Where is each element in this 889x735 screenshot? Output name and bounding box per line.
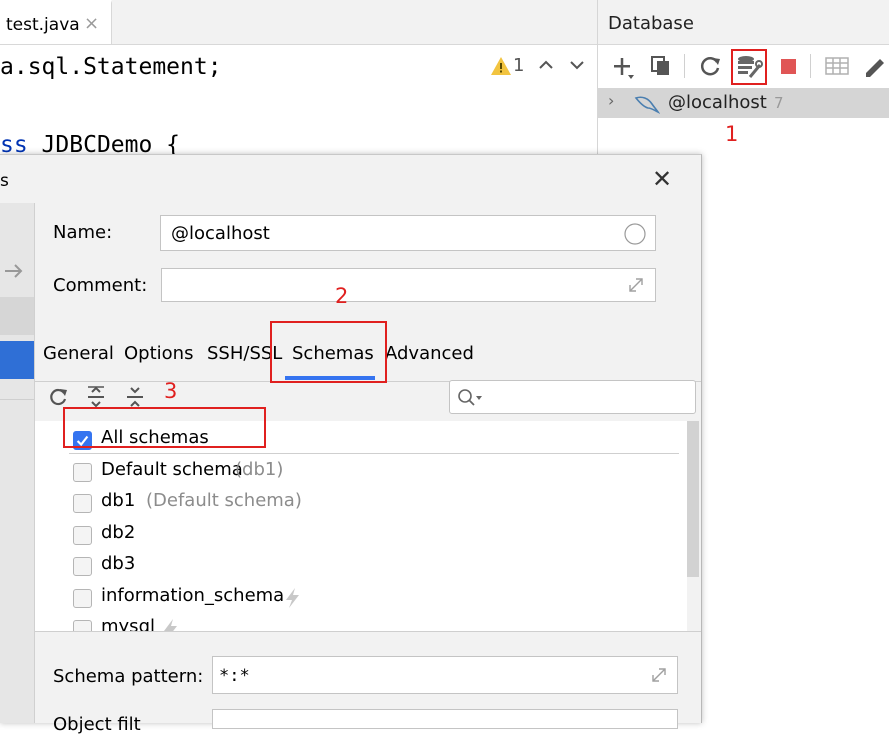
name-field[interactable]: @localhost	[160, 215, 656, 251]
code-line-import: a.sql.Statement;	[0, 54, 222, 80]
divider	[0, 399, 34, 400]
collapse-all-icon[interactable]	[123, 385, 147, 409]
schema-item-label: information_schema	[101, 585, 285, 606]
schema-item-label: db1	[101, 490, 136, 511]
toolbar-divider	[810, 54, 811, 78]
tab-advanced[interactable]: Advanced	[385, 343, 474, 364]
annotation-box-1	[731, 49, 767, 85]
annotation-number-3: 3	[164, 379, 178, 403]
dialog-left-panel	[0, 203, 35, 723]
schema-item-label: Default schema	[101, 459, 243, 480]
refresh-icon[interactable]	[695, 51, 725, 81]
database-panel-header: Database	[598, 0, 889, 45]
expand-all-icon[interactable]	[84, 385, 108, 409]
close-icon[interactable]: ×	[84, 13, 99, 34]
schema-item-label: db2	[101, 522, 136, 543]
schema-item-suffix: (Default schema)	[146, 490, 302, 511]
toolbar-divider	[684, 54, 685, 78]
object-filter-field[interactable]	[212, 709, 678, 729]
schema-item-label: db3	[101, 553, 136, 574]
annotation-box-2	[270, 321, 387, 383]
object-filter-label: Object filt	[53, 714, 141, 735]
schema-item-db1[interactable]: db1 (Default schema)	[73, 490, 673, 516]
duplicate-icon[interactable]	[646, 51, 676, 81]
close-icon[interactable]: ✕	[652, 165, 672, 193]
color-circle-icon[interactable]	[623, 222, 647, 246]
warning-icon[interactable]	[490, 55, 512, 77]
name-label: Name:	[53, 222, 113, 243]
editor-tab-label: test.java	[6, 15, 80, 35]
editor-tab-test-java[interactable]: test.java ×	[0, 0, 112, 44]
lightning-icon	[164, 619, 177, 631]
expand-icon[interactable]	[649, 665, 669, 685]
data-sources-dialog: s ✕ Name: @localhost Comment: 2 General …	[0, 154, 702, 735]
checkbox[interactable]	[73, 494, 92, 513]
schema-list: All schemas Default schema (db1) db1 (De…	[35, 421, 687, 631]
add-icon[interactable]	[608, 51, 638, 81]
annotation-number-2: 2	[335, 284, 349, 308]
database-panel-title: Database	[608, 13, 694, 34]
left-panel-item-selected[interactable]	[0, 341, 34, 379]
schema-search-input[interactable]	[449, 380, 696, 414]
checkbox[interactable]	[73, 589, 92, 608]
schema-item-information-schema[interactable]: information_schema	[73, 585, 673, 611]
schema-item-mysql[interactable]: mysql	[73, 616, 673, 631]
schema-item-db3[interactable]: db3	[73, 553, 673, 579]
stop-icon[interactable]	[774, 51, 804, 81]
edit-icon[interactable]	[860, 51, 889, 81]
name-field-value: @localhost	[171, 223, 270, 244]
tab-general[interactable]: General	[43, 343, 114, 364]
chevron-down-icon[interactable]	[569, 58, 585, 72]
refresh-icon[interactable]	[46, 385, 70, 409]
schema-item-db2[interactable]: db2	[73, 522, 673, 548]
checkbox[interactable]	[73, 463, 92, 482]
annotation-number-1: 1	[725, 122, 739, 146]
schema-item-suffix: (db1)	[235, 459, 284, 480]
tree-item-count: 7	[774, 94, 784, 112]
schema-item-default-schema[interactable]: Default schema (db1)	[73, 459, 673, 485]
dialog-title: s	[0, 171, 9, 191]
editor-tab-bar: test.java ×	[0, 0, 597, 45]
comment-label: Comment:	[53, 275, 148, 296]
checkbox[interactable]	[73, 620, 92, 631]
comment-field[interactable]	[161, 268, 656, 302]
schema-pattern-label: Schema pattern:	[53, 666, 204, 687]
expand-arrow-icon[interactable]: ›	[608, 91, 614, 110]
list-bottom-divider	[35, 631, 701, 632]
lightning-icon	[286, 588, 299, 608]
mysql-dolphin-icon	[634, 96, 660, 114]
tree-item-localhost[interactable]: › @localhost 7	[598, 88, 889, 118]
table-icon[interactable]	[822, 51, 852, 81]
list-divider	[69, 453, 679, 454]
tree-item-label: @localhost	[668, 92, 767, 113]
schema-item-label: mysql	[101, 616, 155, 631]
annotation-box-3	[63, 407, 266, 448]
tab-options[interactable]: Options	[124, 343, 193, 364]
left-panel-item[interactable]	[0, 297, 34, 335]
checkbox[interactable]	[73, 526, 92, 545]
schema-list-scrollbar[interactable]	[687, 421, 699, 577]
arrow-right-icon[interactable]	[3, 261, 25, 281]
schema-pattern-value: *:*	[219, 666, 250, 686]
warning-count: 1	[513, 55, 525, 76]
search-icon	[458, 389, 482, 406]
checkbox[interactable]	[73, 557, 92, 576]
expand-icon[interactable]	[626, 275, 646, 295]
schema-pattern-field[interactable]: *:*	[212, 656, 678, 694]
chevron-up-icon[interactable]	[538, 58, 554, 72]
